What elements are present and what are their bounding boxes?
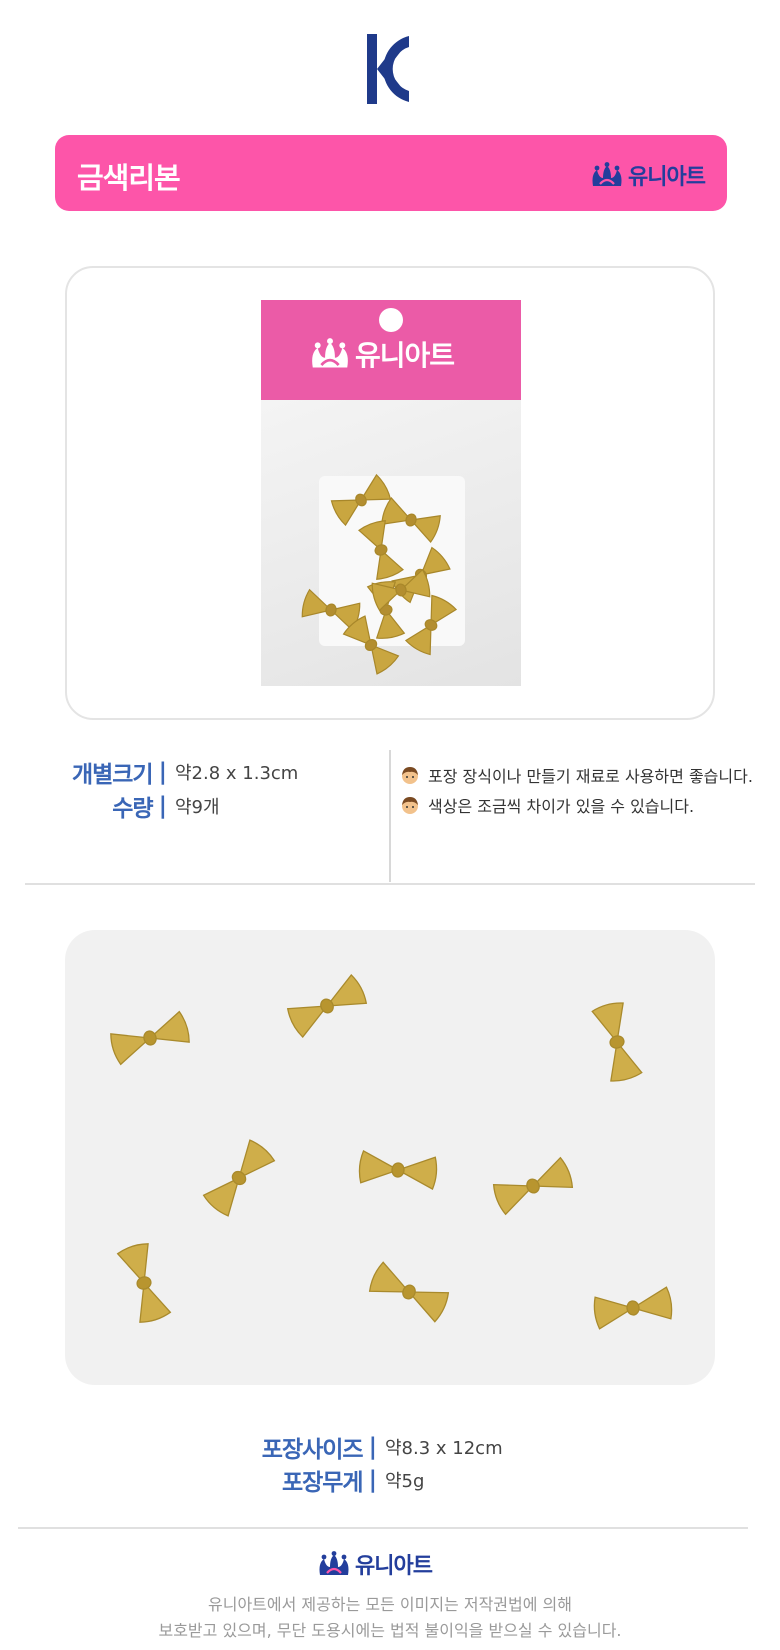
- kc-mark-icon: [367, 34, 409, 104]
- spec-separator: |: [158, 793, 167, 819]
- pack-size-row: 포장사이즈 | 약8.3 x 12cm: [262, 1430, 510, 1464]
- package-bag: [261, 400, 521, 686]
- note-text: 포장 장식이나 만들기 재료로 사용하면 좋습니다.: [428, 767, 753, 786]
- spec-separator: |: [158, 759, 167, 785]
- spec-qty-value: 약9개: [175, 797, 220, 818]
- product-title-banner: 금색리본 유니아트: [55, 135, 727, 211]
- package-hang-hole: [379, 308, 403, 332]
- pack-size-label: 포장사이즈: [261, 1437, 364, 1463]
- copyright-line: 보호받고 있으며, 무단 도용시에는 법적 불이익을 받으실 수 있습니다.: [158, 1621, 622, 1640]
- package-photo: 유니아트: [261, 300, 521, 686]
- crown-logo-icon: [312, 338, 348, 368]
- spec-separator: |: [368, 1434, 377, 1460]
- usage-notes: 포장 장식이나 만들기 재료로 사용하면 좋습니다. 색상은 조금씩 차이가 있…: [400, 760, 753, 820]
- face-icon: [402, 797, 418, 814]
- section-divider: [18, 1527, 748, 1529]
- copyright-notice: 유니아트에서 제공하는 모든 이미지는 저작권법에 의해 보호받고 있으며, 무…: [0, 1592, 780, 1644]
- spec-size-label: 개별크기: [71, 762, 154, 788]
- crown-logo-icon: [592, 162, 622, 186]
- note-item: 색상은 조금씩 차이가 있을 수 있습니다.: [400, 790, 753, 820]
- packaged-bows-image: [301, 473, 458, 675]
- crown-logo-icon: [319, 1551, 349, 1575]
- footer-brand-name: 유니아트: [355, 1554, 433, 1579]
- package-header: 유니아트: [261, 300, 521, 400]
- pack-weight-row: 포장무게 | 약5g: [282, 1463, 510, 1497]
- gold-bows-image: [110, 973, 673, 1330]
- package-brand-logo: 유니아트: [309, 334, 455, 374]
- note-item: 포장 장식이나 만들기 재료로 사용하면 좋습니다.: [400, 760, 753, 790]
- face-icon: [402, 767, 418, 784]
- spec-qty-label: 수량: [112, 796, 153, 822]
- spec-qty-row: 수량 | 약9개: [112, 789, 310, 823]
- spec-size-row: 개별크기 | 약2.8 x 1.3cm: [72, 755, 310, 789]
- footer-brand-logo: 유니아트: [317, 1548, 433, 1580]
- package-brand-name: 유니아트: [355, 339, 455, 372]
- copyright-line: 유니아트에서 제공하는 모든 이미지는 저작권법에 의해: [208, 1595, 572, 1614]
- brand-name: 유니아트: [628, 165, 706, 190]
- brand-logo: 유니아트: [590, 159, 706, 191]
- spec-divider: [389, 750, 391, 882]
- pack-weight-value: 약5g: [385, 1471, 425, 1492]
- product-title: 금색리본: [77, 161, 181, 195]
- pack-size-value: 약8.3 x 12cm: [385, 1438, 503, 1459]
- bows-photo: [65, 930, 715, 1385]
- section-divider: [25, 883, 755, 885]
- pack-weight-label: 포장무게: [281, 1470, 364, 1496]
- spec-separator: |: [368, 1467, 377, 1493]
- note-text: 색상은 조금씩 차이가 있을 수 있습니다.: [428, 797, 695, 816]
- spec-size-value: 약2.8 x 1.3cm: [175, 763, 299, 784]
